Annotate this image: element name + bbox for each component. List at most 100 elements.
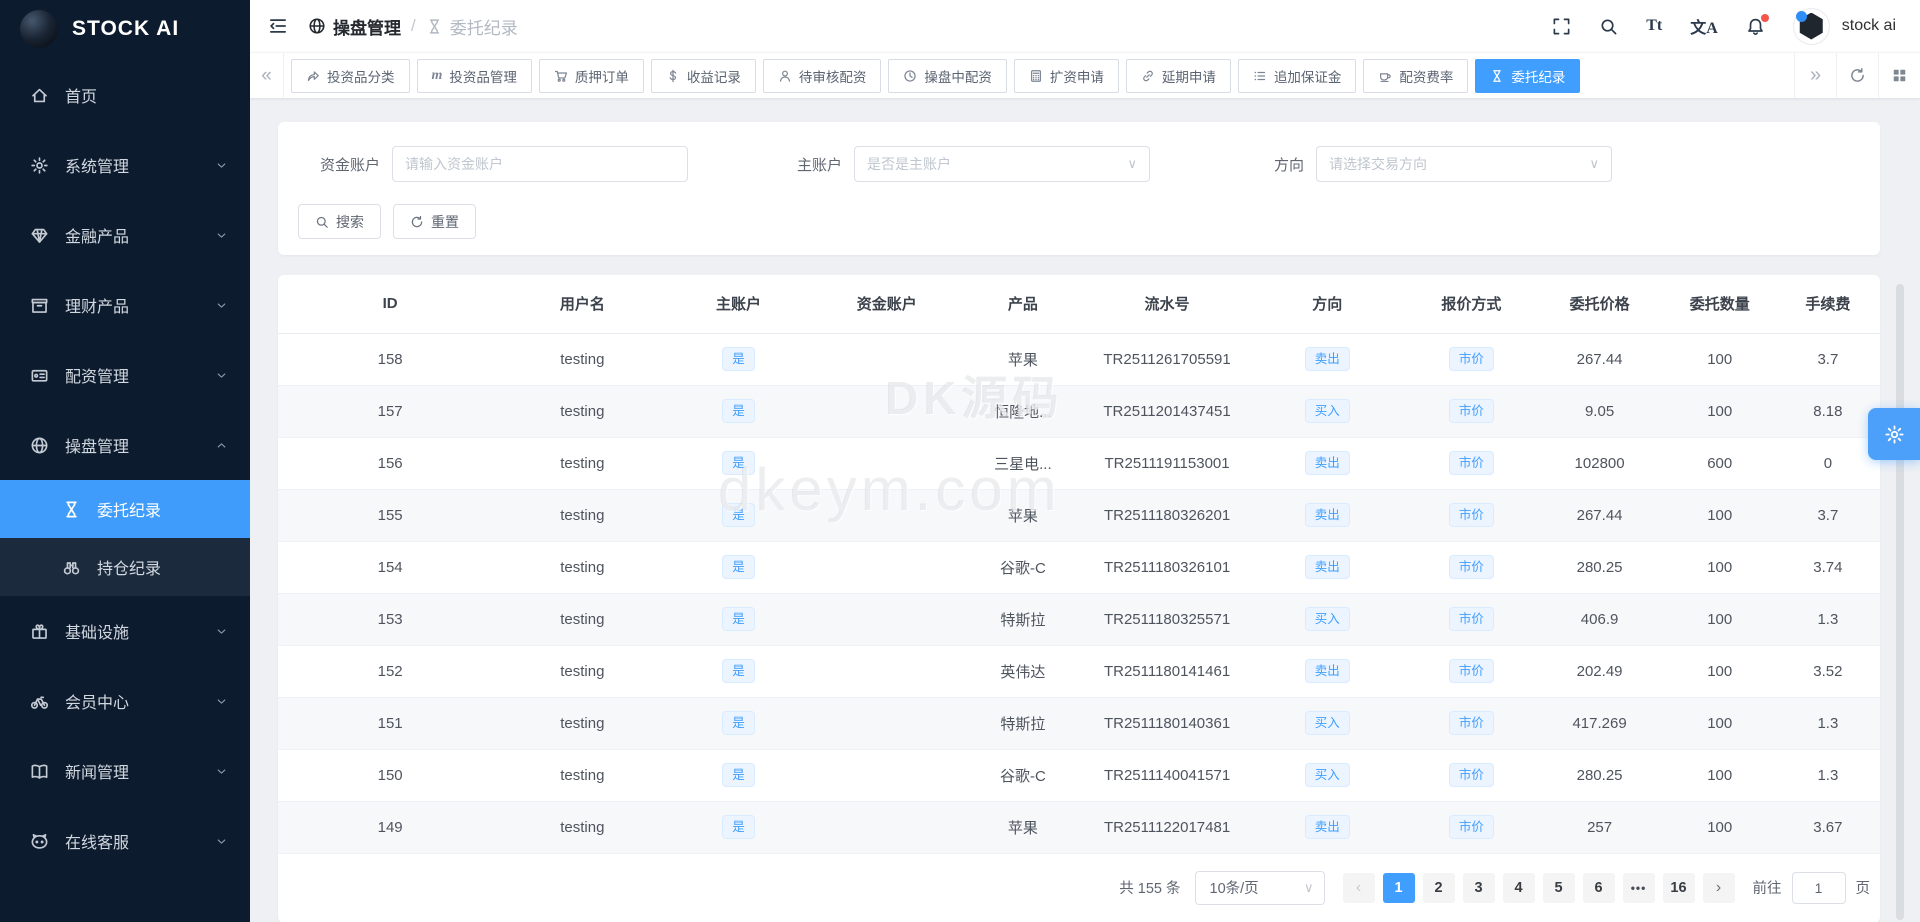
pagination-page-3[interactable]: 3 [1462, 872, 1495, 903]
sidebar-item-label: 持仓纪录 [97, 561, 162, 578]
cell-quote: 市价 [1407, 385, 1536, 438]
sidebar-item-news-management[interactable]: 新闻管理 [0, 736, 250, 806]
cell-quote: 市价 [1407, 541, 1536, 594]
gear-icon [30, 156, 49, 175]
select-placeholder: 是否是主账户 [867, 156, 951, 172]
chevron-down-icon [215, 159, 228, 172]
tab-pending-review-allocation[interactable]: 待审核配资 [762, 58, 882, 93]
main-badge: 是 [722, 710, 755, 736]
user-menu[interactable]: stock ai [1792, 7, 1896, 45]
breadcrumb-section[interactable]: 操盘管理 [308, 14, 401, 39]
goto-page-input[interactable] [1791, 871, 1846, 904]
notification-bell-icon[interactable] [1746, 13, 1769, 36]
pagination-page-4[interactable]: 4 [1502, 872, 1535, 903]
gem-icon [30, 226, 49, 245]
filter-label: 主账户 [796, 156, 842, 174]
tab-entrust-records[interactable]: 委托纪录 [1475, 58, 1581, 93]
cell-username: testing [502, 489, 663, 542]
sidebar-item-system-management[interactable]: 系统管理 [0, 130, 250, 200]
table-row: 150 testing 是 谷歌-C TR2511140041571 买入 市价 280.25… [278, 749, 1880, 802]
pagination-ellipsis[interactable]: ••• [1622, 872, 1655, 903]
font-size-icon[interactable]: Tt [1646, 17, 1662, 35]
cell-username: testing [502, 645, 663, 698]
direction-badge: 卖出 [1304, 450, 1350, 476]
cell-fee: 1.3 [1775, 697, 1880, 750]
cell-username: testing [502, 749, 663, 802]
tab-investment-category[interactable]: 投资品分类 [291, 58, 410, 93]
chevron-down-icon: ∨ [1303, 879, 1314, 895]
sidebar-item-entrust-records[interactable]: 委托纪录 [0, 480, 250, 538]
table-row: 154 testing 是 谷歌-C TR2511180326101 卖出 市价 280.25… [278, 541, 1880, 594]
pagination-page-2[interactable]: 2 [1422, 872, 1455, 903]
pagination-page-5[interactable]: 5 [1542, 872, 1575, 903]
sidebar-item-position-records[interactable]: 持仓纪录 [0, 538, 250, 596]
tab-margin-call[interactable]: 追加保证金 [1237, 58, 1357, 93]
tabs-scroll-right-button[interactable]: » [1794, 53, 1836, 98]
clock-icon [903, 69, 917, 83]
direction-select[interactable]: 请选择交易方向 ∨ [1316, 146, 1612, 182]
reset-button[interactable]: 重置 [393, 204, 476, 239]
column-header: ID [278, 275, 503, 334]
cell-username: testing [502, 801, 663, 854]
pagination-page-16[interactable]: 16 [1662, 872, 1695, 903]
main-badge: 是 [722, 398, 755, 424]
tab-investment-management[interactable]: m 投资品管理 [416, 58, 532, 93]
translate-icon[interactable]: 文A [1690, 14, 1718, 38]
refresh-tabs-button[interactable] [1836, 53, 1878, 98]
binoculars-icon [62, 558, 81, 577]
sidebar-item-member-center[interactable]: 会员中心 [0, 666, 250, 736]
tab-pledge-orders[interactable]: 质押订单 [538, 58, 644, 93]
main-account-select[interactable]: 是否是主账户 ∨ [854, 146, 1150, 182]
tab-trading-allocation[interactable]: 操盘中配资 [888, 58, 1007, 93]
direction-badge: 卖出 [1304, 502, 1350, 528]
sidebar-submenu: 委托纪录持仓纪录 [0, 480, 250, 596]
sidebar-item-wealth-products[interactable]: 理财产品 [0, 270, 250, 340]
table-row: 155 testing 是 苹果 TR2511180326201 卖出 市价 267.44 10… [278, 489, 1880, 542]
sidebar-item-allocation-management[interactable]: 配资管理 [0, 340, 250, 410]
bicycle-icon [30, 692, 49, 711]
tab-allocation-rates[interactable]: 配资费率 [1363, 58, 1469, 93]
sidebar-item-label: 配资管理 [65, 369, 130, 386]
filter-label: 方向 [1273, 156, 1304, 174]
tab-income-records[interactable]: 收益记录 [650, 58, 756, 93]
chevron-down-icon [215, 229, 228, 242]
layout-grid-button[interactable] [1878, 53, 1920, 98]
app-logo[interactable]: STOCK AI [0, 0, 250, 58]
chevron-down-icon [215, 625, 228, 638]
chevron-down-icon: ∨ [1589, 156, 1599, 171]
cell-price: 280.25 [1535, 541, 1664, 594]
chevron-down-icon [215, 765, 228, 778]
cell-fund_account [814, 749, 959, 802]
cell-id: 152 [278, 645, 503, 698]
sidebar-item-label: 新闻管理 [65, 765, 130, 782]
pagination-prev-button[interactable]: ‹ [1342, 872, 1375, 903]
pagination-page-1[interactable]: 1 [1382, 872, 1415, 903]
pagination-page-6[interactable]: 6 [1582, 872, 1615, 903]
pagination-goto: 前往 页 [1753, 871, 1870, 904]
page-size-select[interactable]: 10条/页 ∨ [1194, 870, 1325, 905]
fund-account-input[interactable] [392, 146, 688, 182]
search-icon[interactable] [1599, 17, 1618, 36]
sidebar-item-online-service[interactable]: 在线客服 [0, 806, 250, 876]
search-button[interactable]: 搜索 [298, 204, 381, 239]
cell-quantity: 100 [1663, 489, 1776, 542]
pagination-next-button[interactable]: › [1702, 872, 1735, 903]
direction-badge: 卖出 [1304, 658, 1350, 684]
tabs-scroll-left-button[interactable]: « [250, 53, 284, 98]
sidebar-collapse-icon[interactable] [268, 16, 288, 36]
scrollbar-thumb[interactable] [1896, 284, 1904, 920]
tab-extension-application[interactable]: 延期申请 [1125, 58, 1231, 93]
settings-gear-button[interactable] [1868, 408, 1920, 460]
fund-account-input[interactable] [405, 156, 675, 172]
sidebar-item-trading-management[interactable]: 操盘管理 [0, 410, 250, 480]
direction-badge: 买入 [1304, 398, 1350, 424]
sidebar-item-financial-products[interactable]: 金融产品 [0, 200, 250, 270]
sidebar-item-home[interactable]: 首页 [0, 60, 250, 130]
chevron-double-right-icon: » [1809, 64, 1822, 86]
tab-label: 投资品分类 [327, 69, 395, 85]
tab-expansion-application[interactable]: 扩资申请 [1013, 58, 1119, 93]
fullscreen-icon[interactable] [1552, 17, 1571, 36]
filter-actions: 搜索 重置 [294, 204, 1856, 239]
cell-direction: 卖出 [1247, 489, 1408, 542]
sidebar-item-infrastructure[interactable]: 基础设施 [0, 596, 250, 666]
